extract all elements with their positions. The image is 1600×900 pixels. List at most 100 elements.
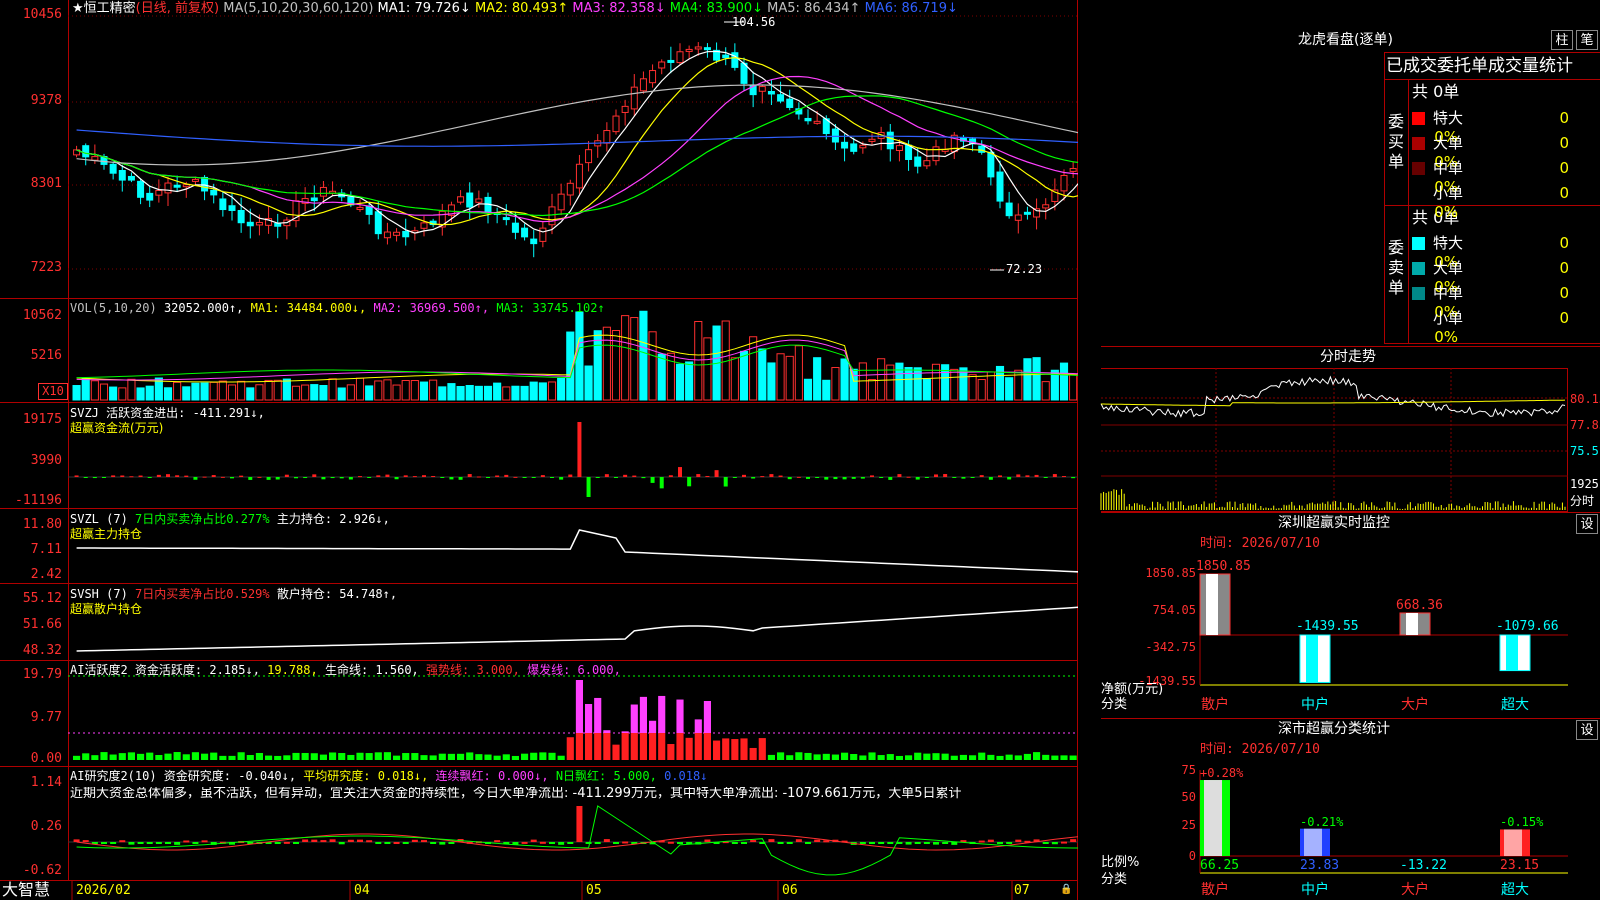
- intraday-frame[interactable]: [1101, 368, 1568, 512]
- monitor-time: 时间: 2026/07/10: [1200, 536, 1320, 551]
- volume-bar: [90, 380, 99, 401]
- ai-active-value: AI活跃度2 资金活跃度: 2.185↓,: [70, 663, 260, 677]
- dragon-header-divider: [1384, 79, 1600, 80]
- vol-value: 32052.000↑,: [163, 301, 244, 315]
- tick-mode-button[interactable]: 笔: [1576, 30, 1598, 50]
- candle-body: [1014, 214, 1022, 221]
- volume-bar: [218, 380, 227, 401]
- volume-bar: [419, 381, 429, 401]
- volume-bar: [694, 321, 703, 401]
- candle-body: [658, 61, 666, 69]
- svzj-bar: [120, 475, 125, 477]
- monitor-bar-body: [1299, 634, 1331, 683]
- ai-active-ylabel-0: 19.79: [22, 667, 62, 682]
- ai-research-avg: 平均研究度: 0.018↓,: [303, 769, 429, 783]
- ai-active-ylabel-2: 0.00: [30, 751, 62, 766]
- volume-bar: [493, 382, 502, 401]
- volume-bar: [72, 385, 81, 401]
- candle-body: [850, 143, 858, 152]
- class-settings-button[interactable]: 设: [1576, 720, 1598, 740]
- volume-bar: [968, 374, 977, 401]
- ai-active-bar: [685, 737, 693, 760]
- ai-research-bar: [622, 841, 629, 844]
- candle-body: [1069, 168, 1077, 172]
- low-price-label: 72.23: [1006, 262, 1043, 276]
- svzj-bar: [860, 477, 865, 479]
- candle-body: [356, 206, 364, 210]
- svzj-ylabel-0: 19175: [22, 412, 62, 427]
- monitor-bar-highlight: [1506, 635, 1518, 671]
- svzj-bar: [312, 474, 317, 477]
- lock-icon[interactable]: 🔒: [1060, 884, 1072, 895]
- candle-body: [676, 51, 684, 64]
- bar-mode-button[interactable]: 柱: [1551, 30, 1573, 50]
- ai-active-bar: [420, 755, 428, 760]
- ai-research-bar: [357, 839, 363, 842]
- svsh-position: 散户持仓: 54.748↑,: [276, 587, 398, 601]
- volume-bar: [593, 330, 602, 401]
- ai-research-bar: [384, 842, 391, 844]
- volume-bar: [392, 384, 401, 401]
- intraday-ylabel-0: 80.15: [1570, 392, 1600, 406]
- volume-bar: [346, 384, 355, 401]
- candle-body: [155, 190, 163, 196]
- ai-active-bar: [484, 754, 492, 760]
- volume-bar: [456, 386, 465, 401]
- candle-body: [228, 205, 236, 211]
- ai-active-bar: [274, 755, 282, 760]
- svzj-bar: [220, 476, 225, 478]
- ma-params[interactable]: MA(5,10,20,30,60,120): [223, 1, 373, 16]
- ai-research-bar: [119, 840, 126, 843]
- ai-active-bar: [1051, 755, 1059, 760]
- ai-active-bar: [1060, 755, 1068, 760]
- ai-research-bar: [558, 842, 565, 845]
- candle-body: [127, 175, 135, 181]
- class-cat-散户: 散户: [1201, 882, 1229, 898]
- ma-value-2: MA2: 80.493↑: [470, 1, 569, 16]
- svsh-ylabel-2: 48.32: [22, 643, 62, 658]
- svzj-bar: [550, 477, 554, 478]
- stock-title[interactable]: 恒工精密: [84, 1, 136, 16]
- ai-research-bar: [347, 839, 354, 842]
- svzj-bar: [303, 477, 308, 479]
- candle-body: [1042, 204, 1050, 209]
- volume-bar: [273, 379, 282, 401]
- chart-mode[interactable]: (日线, 前复权): [136, 1, 219, 16]
- ai-active-bar: [1005, 754, 1013, 760]
- class-cat-大户: 大户: [1401, 882, 1429, 898]
- svzj-bar: [321, 477, 326, 480]
- volume-bar: [904, 367, 913, 401]
- favorite-star-icon[interactable]: ★: [72, 1, 84, 16]
- ai-research-bar: [741, 842, 747, 844]
- class-cat-label: 分类: [1101, 872, 1128, 887]
- ai-research-bar: [1061, 841, 1067, 844]
- ai-active-bar: [978, 752, 986, 760]
- svzj-bar: [559, 477, 564, 480]
- ma-values: MA1: 79.726↓ MA2: 80.493↑ MA3: 82.358↓ M…: [378, 1, 958, 16]
- ai-active-bar: [1023, 753, 1031, 760]
- svzj-bar: [833, 477, 838, 480]
- ai-research-bar: [576, 806, 583, 842]
- candle-body: [1060, 174, 1068, 192]
- ai-active-bar: [603, 733, 611, 760]
- brand-logo[interactable]: 大智慧: [2, 881, 50, 899]
- intraday-ylabel-1: 77.83: [1570, 418, 1600, 432]
- svzj-bar: [687, 477, 692, 487]
- svzj-bar: [961, 477, 966, 479]
- svzj-bar: [522, 477, 527, 478]
- ai-active-bar: [649, 733, 657, 760]
- ai-active-bar: [447, 753, 455, 760]
- monitor-settings-button[interactable]: 设: [1576, 514, 1598, 534]
- svzj-bar: [486, 477, 490, 478]
- monitor-bar-中户: [1299, 634, 1331, 683]
- kline-chart-canvas[interactable]: [0, 0, 1078, 900]
- svzj-bar: [339, 477, 344, 479]
- svzj-bar: [513, 476, 518, 478]
- ai-research-bar: [375, 842, 382, 844]
- svzj-bar: [650, 477, 655, 483]
- svzj-bar: [248, 477, 253, 480]
- candle-body: [685, 48, 693, 52]
- svzj-bar: [1043, 477, 1048, 478]
- vol-unit-badge[interactable]: X10: [38, 383, 68, 400]
- svzj-bar: [1007, 477, 1012, 480]
